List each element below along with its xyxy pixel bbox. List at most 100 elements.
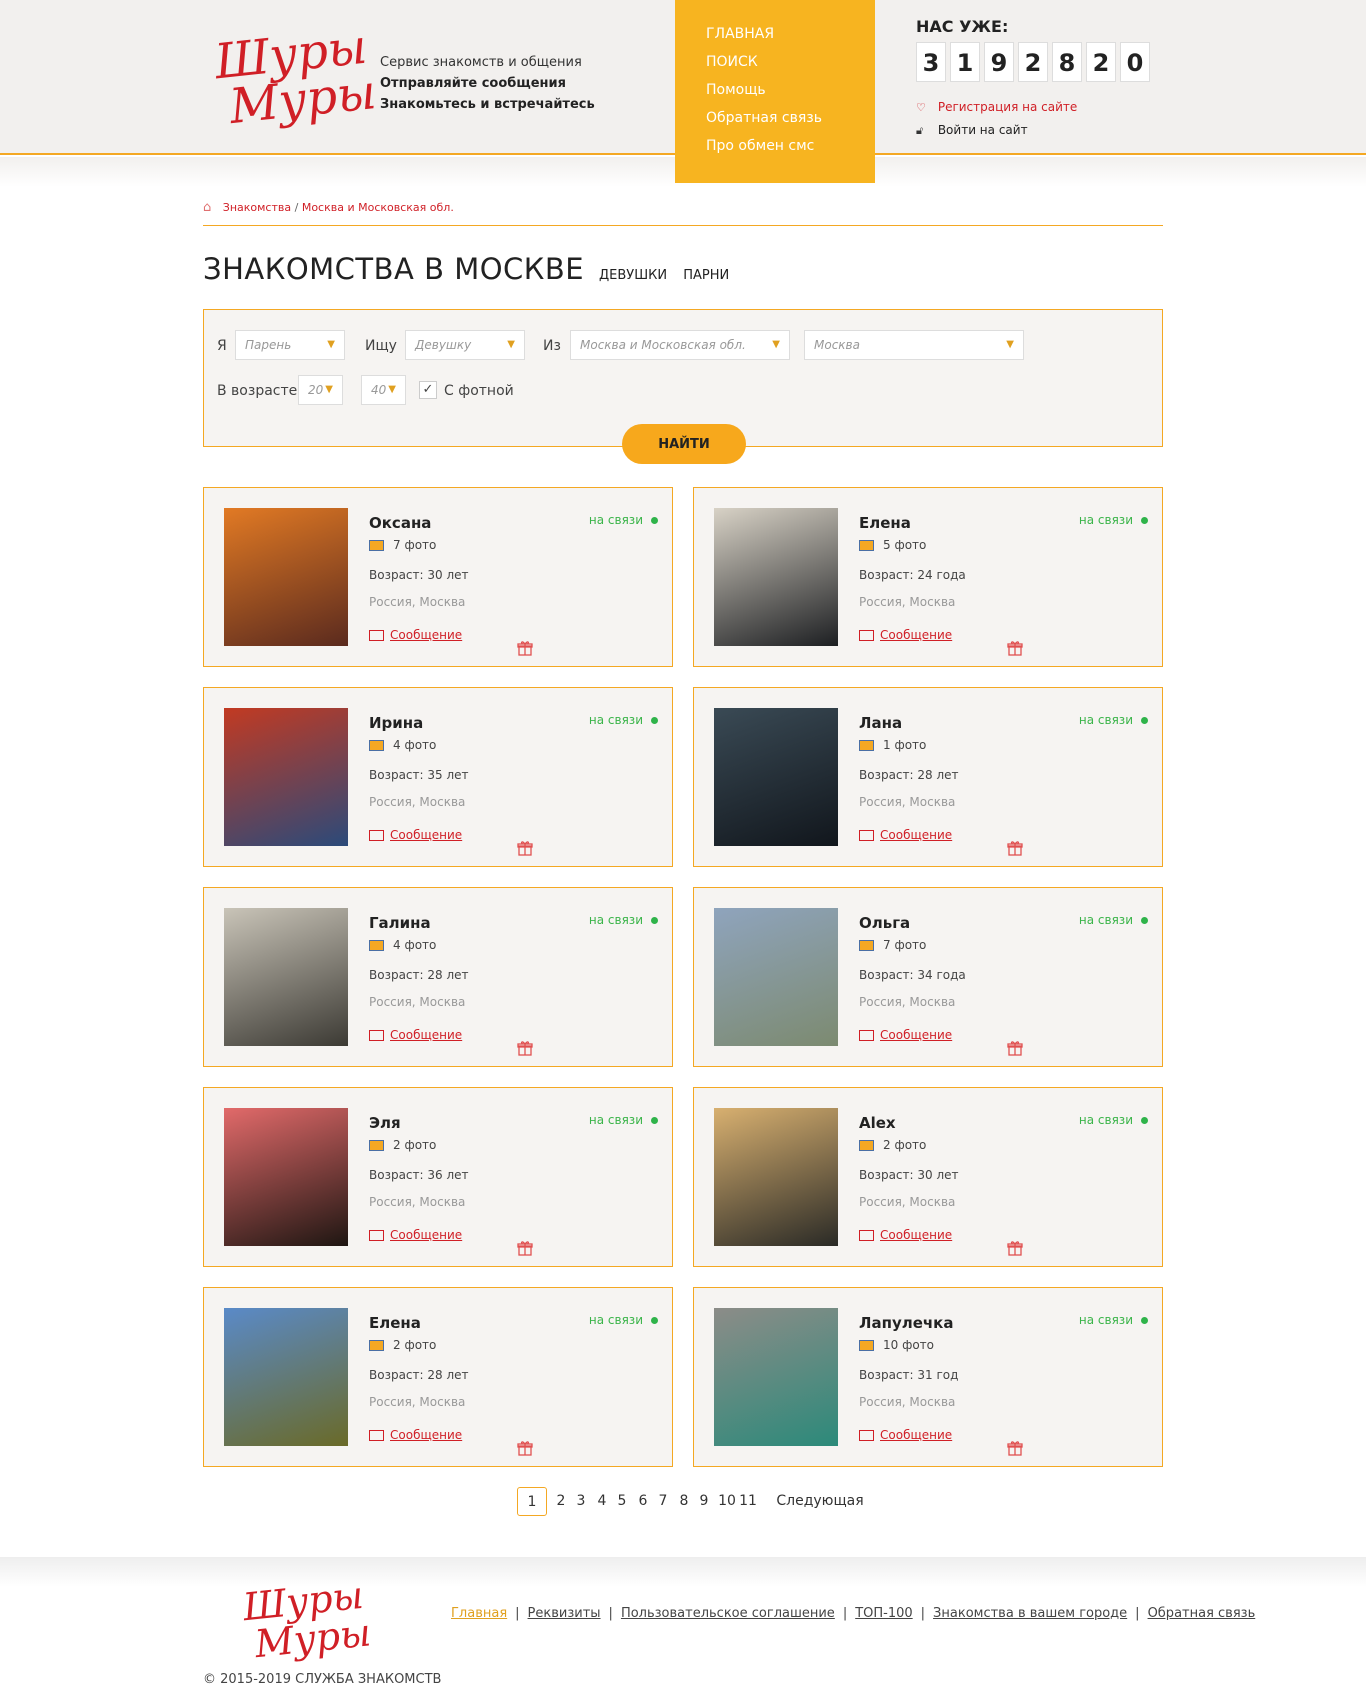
message-link[interactable]: Сообщение [859,628,952,642]
profile-photo[interactable] [224,1108,348,1246]
page-link-4[interactable]: 4 [594,1487,610,1516]
profile-card[interactable]: Елена на связи 2 фото Возраст: 28 лет Россия… [203,1287,673,1467]
photo-count[interactable]: 10 фото [859,1338,934,1352]
profile-card[interactable]: Alex на связи 2 фото Возраст: 30 лет Россия,… [693,1087,1163,1267]
message-link[interactable]: Сообщение [369,628,462,642]
age-to-select[interactable]: 40 ▼ [361,375,406,405]
page-link-7[interactable]: 7 [655,1487,671,1516]
photo-count[interactable]: 2 фото [859,1138,926,1152]
tab-girls[interactable]: ДЕВУШКИ [599,268,667,283]
page-link-9[interactable]: 9 [696,1487,712,1516]
photo-count[interactable]: 2 фото [369,1338,436,1352]
profile-card[interactable]: Елена на связи 5 фото Возраст: 24 года Росси… [693,487,1163,667]
message-link[interactable]: Сообщение [859,828,952,842]
find-button[interactable]: НАЙТИ [622,424,746,464]
message-link[interactable]: Сообщение [369,828,462,842]
gift-icon[interactable] [1007,840,1023,856]
profile-card[interactable]: Ирина на связи 4 фото Возраст: 35 лет Россия… [203,687,673,867]
seek-select[interactable]: Девушку ▼ [405,330,525,360]
nav-item-search[interactable]: ПОИСК [706,48,875,76]
next-page-link[interactable]: Следующая [775,1487,865,1516]
footer-logo[interactable]: Шуры Муры [241,1573,373,1668]
page-link-5[interactable]: 5 [614,1487,630,1516]
profile-card[interactable]: Лана на связи 1 фото Возраст: 28 лет Россия,… [693,687,1163,867]
profile-card[interactable]: Эля на связи 2 фото Возраст: 36 лет Россия, … [203,1087,673,1267]
message-link[interactable]: Сообщение [859,1028,952,1042]
page-link-6[interactable]: 6 [635,1487,651,1516]
site-logo[interactable]: Шуры Муры [212,19,379,149]
profile-name[interactable]: Ольга [859,914,910,932]
profile-name[interactable]: Лапулечка [859,1314,953,1332]
register-link[interactable]: Регистрация на сайте [938,100,1077,114]
gift-icon[interactable] [517,1440,533,1456]
page-link-10[interactable]: 10 [717,1487,737,1516]
profile-name[interactable]: Ирина [369,714,423,732]
profile-name[interactable]: Эля [369,1114,401,1132]
photo-count[interactable]: 5 фото [859,538,926,552]
message-link[interactable]: Сообщение [859,1428,952,1442]
page-link-2[interactable]: 2 [553,1487,569,1516]
profile-name[interactable]: Лана [859,714,902,732]
photo-count[interactable]: 4 фото [369,738,436,752]
profile-photo[interactable] [714,1108,838,1246]
gift-icon[interactable] [517,1240,533,1256]
gift-icon[interactable] [1007,640,1023,656]
profile-photo[interactable] [714,708,838,846]
nav-item-help[interactable]: Помощь [706,76,875,104]
photo-count[interactable]: 7 фото [859,938,926,952]
with-photo-checkbox[interactable]: ✓ [419,381,437,399]
page-link-11[interactable]: 11 [738,1487,758,1516]
footer-link-requisites[interactable]: Реквизиты [528,1606,601,1621]
photo-count[interactable]: 1 фото [859,738,926,752]
profile-photo[interactable] [224,908,348,1046]
footer-link-agreement[interactable]: Пользовательское соглашение [621,1606,835,1621]
profile-name[interactable]: Елена [369,1314,421,1332]
photo-count[interactable]: 7 фото [369,538,436,552]
tab-guys[interactable]: ПАРНИ [683,268,729,283]
page-link-8[interactable]: 8 [676,1487,692,1516]
gift-icon[interactable] [1007,1440,1023,1456]
profile-photo[interactable] [714,1308,838,1446]
gift-icon[interactable] [517,840,533,856]
footer-link-home[interactable]: Главная [451,1606,507,1621]
footer-link-top100[interactable]: ТОП-100 [855,1606,912,1621]
photo-count[interactable]: 4 фото [369,938,436,952]
nav-item-feedback[interactable]: Обратная связь [706,104,875,132]
footer-link-feedback[interactable]: Обратная связь [1148,1606,1256,1621]
profile-name[interactable]: Оксана [369,514,431,532]
profile-card[interactable]: Лапулечка на связи 10 фото Возраст: 31 год Р… [693,1287,1163,1467]
breadcrumb-item-dating[interactable]: Знакомства [223,201,291,214]
profile-photo[interactable] [224,508,348,646]
nav-item-sms[interactable]: Про обмен смс [706,132,875,160]
page-link-1[interactable]: 1 [517,1487,547,1516]
profile-name[interactable]: Елена [859,514,911,532]
profile-photo[interactable] [224,1308,348,1446]
gift-icon[interactable] [1007,1040,1023,1056]
profile-name[interactable]: Alex [859,1114,896,1132]
region-select[interactable]: Москва и Московская обл. ▼ [570,330,790,360]
message-link[interactable]: Сообщение [369,1228,462,1242]
gift-icon[interactable] [517,1040,533,1056]
age-from-select[interactable]: 20 ▼ [298,375,343,405]
footer-link-city[interactable]: Знакомства в вашем городе [933,1606,1127,1621]
message-link[interactable]: Сообщение [859,1228,952,1242]
city-select[interactable]: Москва ▼ [804,330,1024,360]
photo-count[interactable]: 2 фото [369,1138,436,1152]
profile-name[interactable]: Галина [369,914,431,932]
profile-photo[interactable] [714,908,838,1046]
gift-icon[interactable] [1007,1240,1023,1256]
nav-item-home[interactable]: ГЛАВНАЯ [706,20,875,48]
profile-photo[interactable] [714,508,838,646]
page-link-3[interactable]: 3 [573,1487,589,1516]
profile-photo[interactable] [224,708,348,846]
message-link[interactable]: Сообщение [369,1028,462,1042]
login-link[interactable]: Войти на сайт [938,123,1028,137]
profile-card[interactable]: Ольга на связи 7 фото Возраст: 34 года Росси… [693,887,1163,1067]
i-select[interactable]: Парень ▼ [235,330,345,360]
profile-card[interactable]: Галина на связи 4 фото Возраст: 28 лет Росси… [203,887,673,1067]
profile-card[interactable]: Оксана на связи 7 фото Возраст: 30 лет Росси… [203,487,673,667]
message-link[interactable]: Сообщение [369,1428,462,1442]
breadcrumb-item-region[interactable]: Москва и Московская обл. [302,201,454,214]
home-icon[interactable]: ⌂ [203,200,211,215]
gift-icon[interactable] [517,640,533,656]
